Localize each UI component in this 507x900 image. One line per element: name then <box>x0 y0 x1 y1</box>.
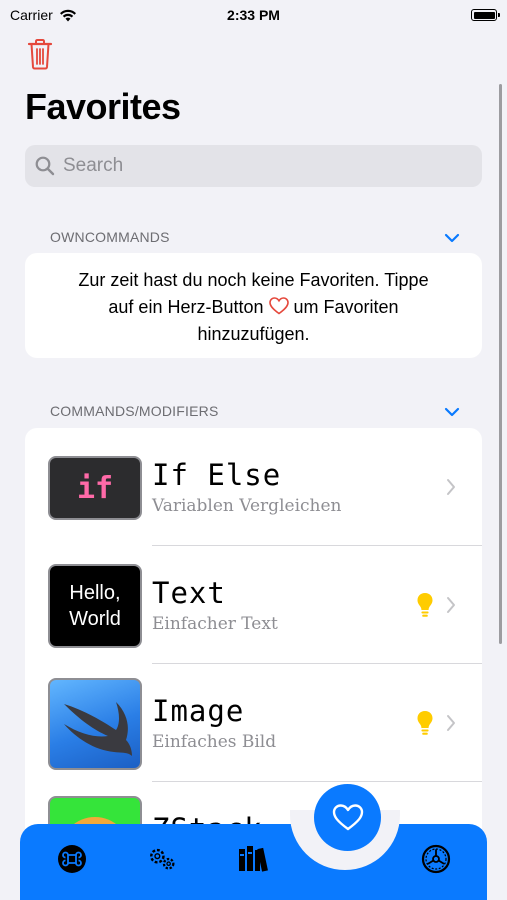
tab-settings[interactable] <box>420 844 452 874</box>
row-title: Text <box>152 576 226 610</box>
chevron-down-icon[interactable] <box>444 232 460 244</box>
empty-message-line-2-pre: auf ein Herz-Button <box>108 297 264 317</box>
heart-icon <box>268 297 289 315</box>
battery-icon <box>471 9 500 21</box>
lightbulb-icon <box>417 711 433 735</box>
search-input[interactable]: Search <box>25 145 482 187</box>
swift-bird-icon <box>64 702 132 756</box>
empty-message-line-3: hinzuzufügen. <box>197 324 310 344</box>
list-item-text[interactable]: Hello, World Text Einfacher Text <box>25 546 482 664</box>
tab-commands[interactable] <box>56 844 88 874</box>
lightbulb-icon <box>417 593 433 617</box>
tab-favorites[interactable] <box>314 784 381 851</box>
commands-list: if If Else Variablen Vergleichen Hello, … <box>25 428 482 858</box>
empty-message-line-1: Zur zeit hast du noch keine Favoriten. T… <box>78 270 429 290</box>
list-item-if-else[interactable]: if If Else Variablen Vergleichen <box>25 428 482 546</box>
list-item-image[interactable]: Image Einfaches Bild <box>25 664 482 782</box>
hello-thumb-text: Hello, <box>69 582 121 604</box>
status-bar: Carrier 2:33 PM <box>0 0 507 30</box>
empty-message-line-2-post: um Favoriten <box>293 297 399 317</box>
if-else-thumbnail: if <box>48 456 142 520</box>
tab-modifiers[interactable] <box>147 844 179 874</box>
settings-icon <box>421 844 451 874</box>
library-icon <box>239 846 268 872</box>
row-title: If Else <box>152 458 282 492</box>
command-icon <box>58 845 86 873</box>
chevron-right-icon <box>447 479 455 495</box>
chevron-down-icon[interactable] <box>444 406 460 418</box>
chevron-right-icon <box>447 715 455 731</box>
search-icon <box>35 156 55 176</box>
tab-library[interactable] <box>238 844 270 874</box>
world-thumb-text: World <box>69 608 121 630</box>
empty-favorites-card: Zur zeit hast du noch keine Favoriten. T… <box>25 253 482 358</box>
section-header-commands: COMMANDS/MODIFIERS <box>50 403 219 419</box>
row-subtitle: Einfaches Bild <box>152 732 277 752</box>
trash-icon[interactable] <box>26 38 54 70</box>
page-title: Favorites <box>25 86 181 127</box>
image-thumbnail <box>48 678 142 770</box>
row-subtitle: Einfacher Text <box>152 614 278 634</box>
row-subtitle: Variablen Vergleichen <box>152 496 342 516</box>
favorites-heart-icon <box>332 803 363 830</box>
chevron-right-icon <box>447 597 455 613</box>
text-thumbnail: Hello, World <box>48 564 142 648</box>
section-header-owncommands: OWNCOMMANDS <box>50 229 170 245</box>
gears-icon <box>150 848 175 870</box>
search-placeholder: Search <box>63 155 124 176</box>
row-title: Image <box>152 694 245 728</box>
if-thumb-text: if <box>76 470 114 506</box>
empty-message-line-2: auf ein Herz-Button um Favoriten <box>47 294 460 321</box>
scrollbar[interactable] <box>499 84 502 644</box>
status-time: 2:33 PM <box>227 7 280 23</box>
